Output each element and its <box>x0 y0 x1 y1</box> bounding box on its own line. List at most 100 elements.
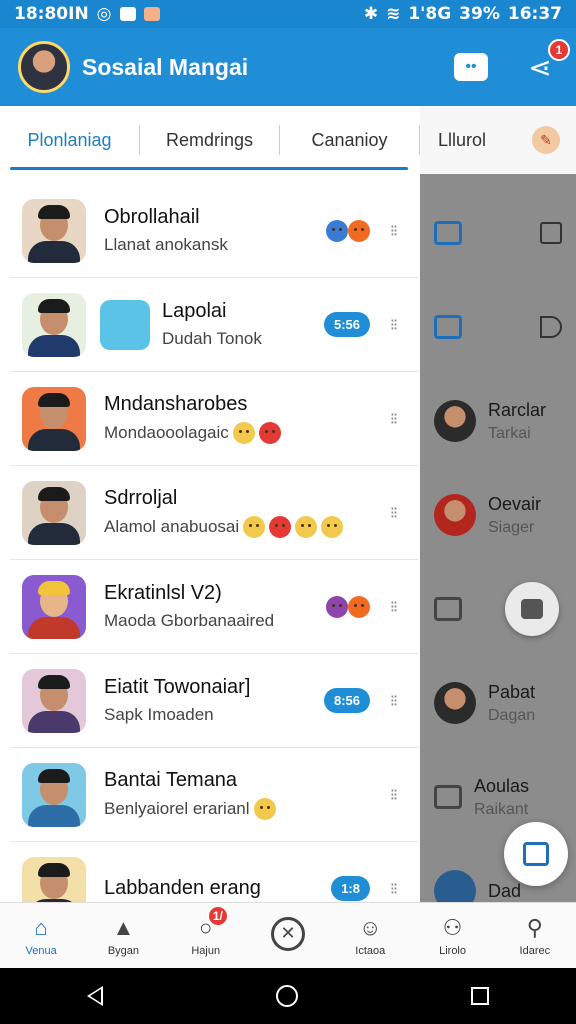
bottom-nav: ⌂ Venua ▲ Bygan ○ 1/ Hajun ✕ ☺ Ictaoa ⚇ … <box>0 902 576 968</box>
time-pill: 8:56 <box>323 688 370 713</box>
emoji-icon <box>253 798 276 820</box>
close-circle-icon: ✕ <box>270 916 305 951</box>
system-nav-bar <box>0 968 576 1024</box>
message-preview: Maoda Gborbanaaired <box>104 611 275 630</box>
list-item[interactable]: Labbanden erang 1:8 ⁝⁝ <box>10 842 418 902</box>
nav-label: Idarec <box>519 944 551 957</box>
reactions[interactable] <box>326 219 370 242</box>
right-row[interactable]: Pabat Dagan <box>420 656 576 750</box>
emoji-icon <box>258 422 281 444</box>
message-preview: Llanat anokansk <box>104 235 228 254</box>
home-circle-icon[interactable] <box>275 985 298 1007</box>
more-options-icon[interactable]: ⁝⁝ <box>382 221 404 241</box>
avatar <box>434 494 476 536</box>
share-icon: ⋖ <box>528 51 552 83</box>
nav-lirolo[interactable]: ⚇ Lirolo <box>411 903 493 968</box>
app-notification-icon <box>143 7 160 21</box>
more-options-icon[interactable]: ⁝⁝ <box>382 785 404 805</box>
avatar <box>434 400 476 442</box>
list-item[interactable]: Sdrroljal Alamol anabuosai ⁝⁝ <box>10 466 418 560</box>
new-comment-fab[interactable] <box>504 822 568 886</box>
contact-name: Ekratinlsl V2) <box>104 582 222 604</box>
right-row[interactable] <box>420 280 576 374</box>
more-options-icon[interactable]: ⁝⁝ <box>382 503 404 523</box>
message-preview: Sapk Imoaden <box>104 705 214 724</box>
profile-icon: ⚲ <box>526 914 543 940</box>
right-row-sub: Raikant <box>474 800 529 818</box>
nav-label: Bygan <box>107 944 140 957</box>
list-item[interactable]: Ekratinlsl V2) Maoda Gborbanaaired ⁝⁝ <box>10 560 418 654</box>
person-icon: ⚇ <box>442 914 463 940</box>
list-item[interactable]: Obrollahail Llanat anokansk ⁝⁝ <box>10 184 418 278</box>
list-item[interactable]: Eiatit Towonaiar] Sapk Imoaden 8:56 ⁝⁝ <box>10 654 418 748</box>
notification-icon <box>119 7 136 21</box>
chat-fab[interactable] <box>505 582 559 636</box>
right-row[interactable] <box>420 186 576 280</box>
tab-right-panel[interactable]: Lllurol ✎ <box>420 106 576 174</box>
recents-icon[interactable] <box>471 987 490 1005</box>
pin-icon[interactable]: ✎ <box>532 126 560 154</box>
list-item[interactable]: Lapolai Dudah Tonok 5:56 ⁝⁝ <box>10 278 418 372</box>
book-icon <box>434 785 462 809</box>
nav-label: Ictaoa <box>355 944 386 957</box>
avatar <box>22 574 86 639</box>
tab-cananioy[interactable]: Cananioy <box>280 125 420 155</box>
battery-level: 39% <box>459 4 500 24</box>
tab-plonlaniag[interactable]: Plonlaniag <box>0 125 140 155</box>
avatar <box>22 856 86 902</box>
avatar <box>434 682 476 724</box>
message-preview: Alamol anabuosai <box>104 516 382 538</box>
back-icon[interactable] <box>86 986 103 1006</box>
contact-name: Lapolai <box>162 300 227 322</box>
more-options-icon[interactable]: ⁝⁝ <box>382 691 404 711</box>
nav-bygan[interactable]: ▲ Bygan <box>82 903 164 968</box>
nav-label: Venua <box>25 944 57 957</box>
nav-search[interactable]: ○ 1/ Hajun <box>165 903 247 968</box>
conversation-list: Obrollahail Llanat anokansk ⁝⁝ Lapolai D… <box>0 174 420 902</box>
time-pill: 5:56 <box>323 312 370 337</box>
bookmark-icon[interactable] <box>540 316 562 338</box>
mail-icon <box>434 315 462 339</box>
emoji-icon <box>243 516 266 538</box>
tab-lllurol[interactable]: Lllurol <box>438 130 486 151</box>
comment-icon <box>523 842 549 866</box>
message-preview: Mondaooolagaic <box>104 422 382 444</box>
gift-reaction-icon <box>326 595 348 618</box>
bluetooth-icon: ✱ <box>363 4 379 24</box>
more-options-icon[interactable]: ⁝⁝ <box>382 597 404 617</box>
more-options-icon[interactable]: ⁝⁝ <box>382 315 404 335</box>
emoji-reaction-icon <box>348 219 370 242</box>
nav-idarec[interactable]: ⚲ Idarec <box>494 903 576 968</box>
right-row-name: Dad <box>488 880 522 901</box>
contact-name: Obrollahail <box>104 206 200 228</box>
right-row[interactable]: Oevair Siager <box>420 468 576 562</box>
more-options-icon[interactable]: ⁝⁝ <box>382 879 404 899</box>
reactions[interactable] <box>326 595 370 618</box>
app-bar: Sosaial Mangai •• ⋖ 1 <box>0 28 576 106</box>
right-row[interactable]: Rarclar Tarkai <box>420 374 576 468</box>
more-options-icon[interactable]: ⁝⁝ <box>382 409 404 429</box>
contact-name: Sdrroljal <box>104 487 178 509</box>
profile-avatar[interactable] <box>18 41 70 93</box>
avatar <box>22 198 86 263</box>
right-row-sub: Dagan <box>488 706 536 724</box>
right-row-name: Aoulas <box>474 775 530 796</box>
chat-face-icon <box>521 599 543 619</box>
tab-remdrings[interactable]: Remdrings <box>140 125 280 155</box>
list-item[interactable]: Mndansharobes Mondaooolagaic ⁝⁝ <box>10 372 418 466</box>
message-preview: Dudah Tonok <box>162 329 262 348</box>
wifi-icon: ≋ <box>386 4 401 24</box>
nav-ictaoa[interactable]: ☺ Ictaoa <box>329 903 411 968</box>
smile-icon: ☺ <box>359 914 382 940</box>
status-left-text: 18:80IN <box>14 4 89 24</box>
list-item[interactable]: Bantai Temana Benlyaiorel erarianl ⁝⁝ <box>10 748 418 842</box>
chat-button[interactable]: •• <box>454 53 488 81</box>
right-row-name: Rarclar <box>488 399 547 420</box>
secondary-avatar <box>100 299 150 350</box>
upload-icon[interactable] <box>540 222 562 244</box>
nav-center[interactable]: ✕ <box>247 903 329 968</box>
nav-home[interactable]: ⌂ Venua <box>0 903 82 968</box>
avatar <box>22 292 86 357</box>
share-button[interactable]: ⋖ 1 <box>522 39 570 85</box>
right-row-sub: Tarkai <box>488 424 531 442</box>
